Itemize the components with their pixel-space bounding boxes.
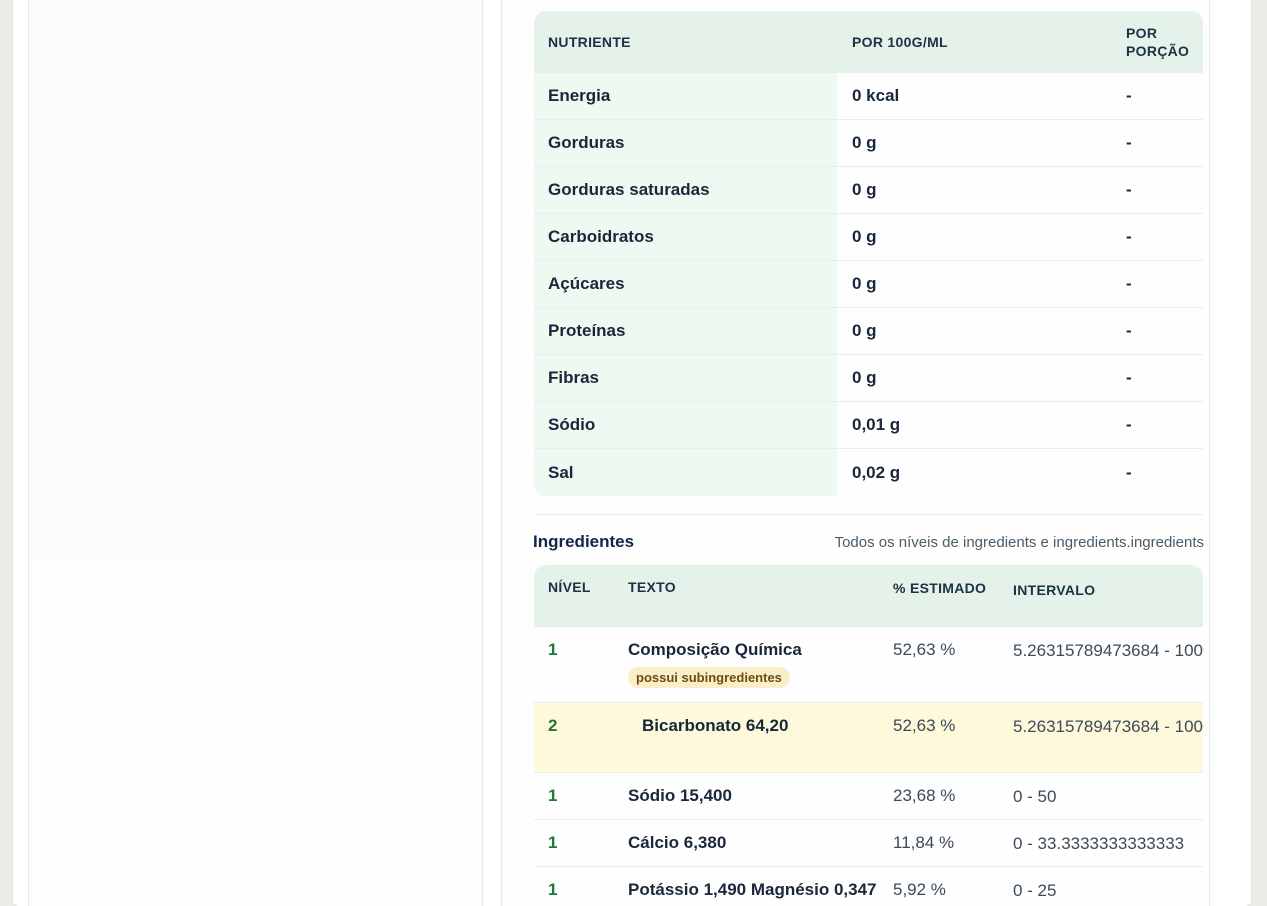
nutrient-name: Carboidratos xyxy=(534,214,837,260)
nutrient-name: Energia xyxy=(534,73,837,119)
nutrient-portion: - xyxy=(1126,86,1132,105)
ingredient-text: Composição Química xyxy=(628,640,802,659)
table-row: Carboidratos 0 g - xyxy=(534,214,1203,261)
ingredient-level: 1 xyxy=(548,833,558,852)
table-row: Energia 0 kcal - xyxy=(534,73,1203,120)
nutrient-portion: - xyxy=(1126,321,1132,340)
ingredient-text: Sódio 15,400 xyxy=(628,786,732,805)
nutrient-name: Sódio xyxy=(534,402,837,448)
ingredient-estimated: 23,68 % xyxy=(893,786,956,805)
table-row: Gorduras saturadas 0 g - xyxy=(534,167,1203,214)
ingredient-level: 2 xyxy=(548,716,558,735)
header-interval: INTERVALO xyxy=(1013,582,1096,598)
nutrient-name: Sal xyxy=(534,449,837,496)
nutrient-per-100: 0 g xyxy=(852,180,877,199)
nutrient-per-100: 0 kcal xyxy=(852,86,900,105)
header-estimated: % ESTIMADO xyxy=(893,580,987,596)
ingredient-level: 1 xyxy=(548,640,558,659)
ingredient-level: 1 xyxy=(548,880,558,899)
table-row: Sódio 0,01 g - xyxy=(534,402,1203,449)
nutrient-per-100: 0,02 g xyxy=(852,462,901,482)
table-row: Gorduras 0 g - xyxy=(534,120,1203,167)
table-row: 1 Sódio 15,400 23,68 % 0 - 50 xyxy=(534,773,1203,820)
table-row: Proteínas 0 g - xyxy=(534,308,1203,355)
ingredient-estimated: 5,92 % xyxy=(893,880,946,899)
ingredient-estimated: 52,63 % xyxy=(893,640,956,659)
header-per-100: POR 100G/ML xyxy=(852,34,948,50)
nutrient-portion: - xyxy=(1126,462,1132,482)
nutrient-per-100: 0 g xyxy=(852,368,877,387)
ingredient-text: Potássio 1,490 Magnésio 0,347 xyxy=(628,880,877,899)
nutrient-name: Fibras xyxy=(534,355,837,401)
nutrient-name: Gorduras saturadas xyxy=(534,167,837,213)
subingredients-badge: possui subingredientes xyxy=(628,667,790,688)
ingredients-note: Todos os níveis de ingredients e ingredi… xyxy=(834,534,1204,551)
nutrient-per-100: 0 g xyxy=(852,133,877,152)
nutrition-table: NUTRIENTE POR 100G/ML POR PORÇÃO Energia… xyxy=(534,11,1203,496)
section-divider xyxy=(534,514,1203,515)
table-row: 1 Potássio 1,490 Magnésio 0,347 5,92 % 0… xyxy=(534,867,1203,906)
header-nutrient: NUTRIENTE xyxy=(548,34,631,50)
ingredient-interval: 0 - 25 xyxy=(1013,881,1057,900)
nutrient-name: Proteínas xyxy=(534,308,837,354)
ingredient-text-cell: Composição Química possui subingrediente… xyxy=(613,640,878,702)
nutrient-portion: - xyxy=(1126,274,1132,293)
nutrient-per-100: 0 g xyxy=(852,227,877,246)
ingredient-text: Cálcio 6,380 xyxy=(628,833,727,852)
nutrient-per-100: 0 g xyxy=(852,274,877,293)
nutrient-portion: - xyxy=(1126,227,1132,246)
header-text: TEXTO xyxy=(628,579,676,595)
nutrient-name: Açúcares xyxy=(534,261,837,307)
ingredient-interval: 5.26315789473684 - 100 xyxy=(1013,641,1204,660)
table-row: Açúcares 0 g - xyxy=(534,261,1203,308)
left-panel xyxy=(28,0,483,906)
ingredient-level: 1 xyxy=(548,786,558,805)
table-row: 1 Composição Química possui subingredien… xyxy=(534,627,1203,703)
ingredient-interval: 5.26315789473684 - 100 xyxy=(1013,717,1204,736)
nutrient-portion: - xyxy=(1126,415,1132,434)
header-level: NÍVEL xyxy=(548,579,591,595)
ingredient-estimated: 52,63 % xyxy=(893,716,956,735)
nutrient-name: Gorduras xyxy=(534,120,837,166)
ingredients-title: Ingredientes xyxy=(533,532,635,551)
header-per-portion: POR PORÇÃO xyxy=(1126,25,1190,59)
ingredient-text: Bicarbonato 64,20 xyxy=(642,716,789,735)
nutrient-per-100: 0,01 g xyxy=(852,415,901,434)
ingredients-table: NÍVEL TEXTO % ESTIMADO INTERVALO 1 Compo… xyxy=(534,565,1203,906)
table-row: Sal 0,02 g - xyxy=(534,449,1203,496)
ingredient-interval: 0 - 33.3333333333333 xyxy=(1013,834,1185,853)
nutrient-portion: - xyxy=(1126,180,1132,199)
nutrient-portion: - xyxy=(1126,133,1132,152)
nutrient-per-100: 0 g xyxy=(852,321,877,340)
ingredient-interval: 0 - 50 xyxy=(1013,787,1057,806)
table-row: 1 Cálcio 6,380 11,84 % 0 - 33.3333333333… xyxy=(534,820,1203,867)
ingredients-table-header: NÍVEL TEXTO % ESTIMADO INTERVALO xyxy=(534,565,1203,627)
table-row: 2 Bicarbonato 64,20 52,63 % 5.2631578947… xyxy=(534,703,1203,773)
ingredient-estimated: 11,84 % xyxy=(893,833,955,852)
nutrient-portion: - xyxy=(1126,368,1132,387)
table-row: Fibras 0 g - xyxy=(534,355,1203,402)
nutrition-table-header: NUTRIENTE POR 100G/ML POR PORÇÃO xyxy=(534,11,1203,73)
